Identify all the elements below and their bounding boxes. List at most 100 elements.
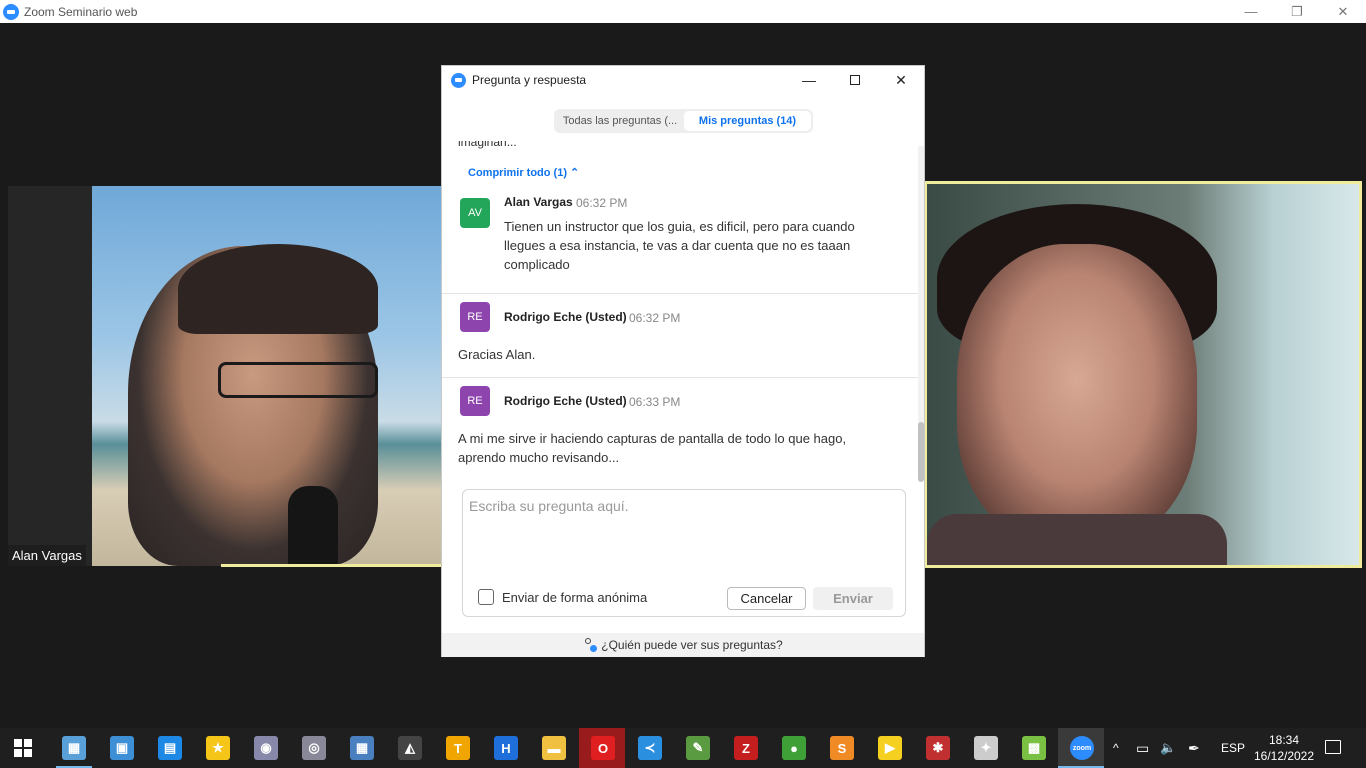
info-dot-shape (590, 645, 598, 652)
participant-microphone (288, 486, 338, 566)
participant-name-label: Alan Vargas (8, 545, 86, 566)
language-indicator[interactable]: ESP (1221, 728, 1245, 768)
participant-hair (178, 244, 378, 334)
message-line: llegues a esa instancia, te vas a dar cu… (504, 238, 851, 253)
start-icon (24, 749, 32, 757)
user-visibility-icon (583, 638, 598, 652)
question-input[interactable]: Escriba su pregunta aquí. (469, 498, 629, 514)
message-author: Rodrigo Eche (Usted) (504, 394, 627, 408)
rainbow-app-icon[interactable]: ▩ (1022, 736, 1046, 760)
clock-time: 18:34 (1268, 733, 1300, 747)
teamviewer-icon[interactable]: T (446, 736, 470, 760)
folder-arrow-icon[interactable]: ▶ (878, 736, 902, 760)
app-64-icon[interactable]: ✱ (926, 736, 950, 760)
who-can-see-link[interactable]: ¿Quién puede ver sus preguntas? (601, 638, 782, 652)
message-line: A mi me sirve ir haciendo capturas de pa… (458, 431, 847, 446)
notifications-icon[interactable] (1325, 740, 1341, 754)
camera-icon[interactable]: ◎ (302, 736, 326, 760)
message-scrollbar[interactable] (918, 146, 924, 482)
qa-window: Pregunta y respuesta — ✕ Todas las pregu… (441, 65, 925, 657)
message-divider (442, 377, 918, 378)
message-time: 06:33 PM (629, 395, 681, 409)
control-panel-icon[interactable]: ▣ (110, 736, 134, 760)
message-line: complicado (504, 257, 570, 272)
zoom-logo-icon (451, 72, 466, 88)
send-button[interactable]: Enviar (813, 587, 893, 610)
scrollbar-thumb[interactable] (918, 422, 924, 482)
zoom-icon[interactable]: zoom (1070, 736, 1094, 760)
taskbar: ▦ ▣ ▤ ★ ◉ ◎ ▦ ◭ T H ▬ O ≺ ✎ Z ● S ▶ ✱ ✦ ▩ zoom ^ ▭ 🔈 ✒ ESP 18… (0, 728, 1366, 768)
satellite-icon[interactable]: ✦ (974, 736, 998, 760)
clock-date: 16/12/2022 (1253, 749, 1315, 763)
qa-close-button[interactable]: ✕ (878, 66, 924, 94)
zoom-logo-icon (3, 3, 19, 20)
qa-maximize-button[interactable] (832, 66, 878, 94)
inkscape-icon[interactable]: ◭ (398, 736, 422, 760)
message-line: Tienen un instructor que los guia, es di… (504, 219, 855, 234)
tray-chevron[interactable]: ^ (1113, 728, 1119, 768)
message-divider (442, 293, 918, 294)
message-line: aprendo mucho revisando... (458, 450, 620, 465)
vscode-icon[interactable]: ≺ (638, 736, 662, 760)
start-icon (24, 739, 32, 747)
task-manager-icon[interactable]: ▦ (62, 736, 86, 760)
anonymous-option[interactable]: Enviar de forma anónima (478, 589, 647, 605)
participant-video-left[interactable]: Alan Vargas (8, 186, 441, 566)
restore-button[interactable]: ❐ (1274, 0, 1320, 23)
anonymous-checkbox[interactable] (478, 589, 494, 605)
anonymous-label: Enviar de forma anónima (502, 589, 648, 605)
window-controls: — ❐ ✕ (1228, 0, 1366, 23)
opera-icon[interactable]: O (591, 736, 615, 760)
qa-minimize-button[interactable]: — (786, 66, 832, 94)
mongodb-icon[interactable]: ● (782, 736, 806, 760)
clock[interactable]: 18:34 16/12/2022 (1252, 732, 1316, 764)
app-titlebar: Zoom Seminario web — ❐ ✕ (0, 0, 1366, 23)
calculator-icon[interactable]: ▦ (350, 736, 374, 760)
truncated-message-text: imaginan... (458, 141, 517, 149)
message-author: Alan Vargas (504, 195, 573, 209)
qa-title: Pregunta y respuesta (472, 73, 587, 87)
start-icon (14, 749, 22, 757)
filezilla-icon[interactable]: Z (734, 736, 758, 760)
cancel-button[interactable]: Cancelar (727, 587, 806, 610)
avatar: AV (460, 198, 490, 228)
tab-my-questions[interactable]: Mis preguntas (14) (684, 111, 811, 131)
maximize-icon (850, 75, 860, 85)
news-app-icon[interactable]: ▤ (158, 736, 182, 760)
participant-shoulders (927, 514, 1227, 565)
message-line: Gracias Alan. (458, 347, 536, 362)
message-text: Tienen un instructor que los guia, es di… (504, 217, 855, 274)
start-icon (14, 739, 22, 747)
volume-icon[interactable]: 🔈 (1160, 728, 1176, 768)
message-text: Gracias Alan. (458, 345, 535, 364)
message-text: A mi me sirve ir haciendo capturas de pa… (458, 429, 846, 467)
tab-all-questions[interactable]: Todas las preguntas (... (556, 111, 684, 131)
collapse-all-link[interactable]: Comprimir todo (1) ⌃ (468, 166, 579, 179)
minimize-button[interactable]: — (1228, 0, 1274, 23)
participant-video-right[interactable] (924, 181, 1362, 568)
h-app-icon[interactable]: H (494, 736, 518, 760)
close-button[interactable]: ✕ (1320, 0, 1366, 23)
paint-palette-icon[interactable]: ◉ (254, 736, 278, 760)
favorites-star-icon[interactable]: ★ (206, 736, 230, 760)
active-speaker-highlight (221, 564, 441, 567)
file-explorer-icon[interactable]: ▬ (542, 736, 566, 760)
participant-face (957, 244, 1197, 544)
qa-tabs: Todas las preguntas (... Mis preguntas (… (554, 109, 813, 133)
battery-icon[interactable]: ▭ (1136, 728, 1149, 768)
message-time: 06:32 PM (629, 311, 681, 325)
sublime-icon[interactable]: S (830, 736, 854, 760)
participant-glasses (218, 362, 378, 398)
app-title: Zoom Seminario web (24, 4, 138, 19)
pen-icon[interactable]: ✒ (1188, 728, 1200, 768)
user-head-shape (585, 638, 592, 644)
qa-footer[interactable]: ¿Quién puede ver sus preguntas? (442, 633, 924, 657)
notepad-icon[interactable]: ✎ (686, 736, 710, 760)
question-compose-box: Escriba su pregunta aquí. Enviar de form… (462, 489, 906, 617)
avatar: RE (460, 302, 490, 332)
avatar: RE (460, 386, 490, 416)
message-author: Rodrigo Eche (Usted) (504, 310, 627, 324)
qa-message-list: imaginan... Comprimir todo (1) ⌃ AV Alan… (442, 141, 918, 481)
start-button[interactable] (14, 739, 32, 757)
qa-titlebar: Pregunta y respuesta — ✕ (442, 66, 924, 94)
